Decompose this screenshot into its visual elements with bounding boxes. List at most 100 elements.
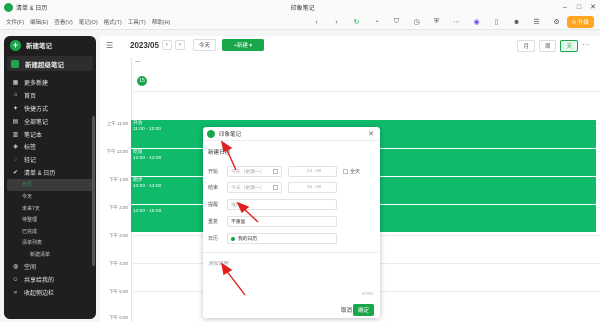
sidebar-item-home[interactable]: ⌂ 首页 [4, 89, 96, 102]
today-day-number[interactable]: 15 [137, 76, 147, 86]
security-icon[interactable]: ⛨ [427, 18, 447, 26]
today-button[interactable]: 今天 [192, 39, 216, 51]
new-super-note-button[interactable]: 新建超级笔记 [7, 56, 93, 71]
cancel-button[interactable]: 取消 [341, 306, 352, 314]
collapse-icon: « [13, 289, 18, 296]
sidebar-item-label: 收起侧边栏 [24, 291, 55, 297]
hour-label: 下午 6:00 [108, 315, 128, 320]
sidebar-item-light-notes[interactable]: ◌ 轻记 [4, 153, 96, 166]
sidebar-item-label: 快捷方式 [24, 106, 49, 113]
new-event-button[interactable]: +新建 ▾ [221, 39, 264, 51]
end-date-field[interactable]: 今天（星期一） [227, 182, 282, 193]
bell-icon[interactable]: ◔ [367, 19, 387, 26]
sidebar-item-shared[interactable]: ☺ 共享给我的 [4, 273, 96, 286]
clock-icon[interactable]: ◷ [407, 18, 427, 26]
phone-icon[interactable]: ▯ [487, 18, 507, 26]
next-icon[interactable]: › [174, 40, 185, 50]
start-time-value: 14 : 00 [306, 169, 322, 174]
menu-format[interactable]: 格式(T) [104, 18, 122, 26]
settings-icon[interactable]: ⚙ [547, 18, 567, 26]
menu-file[interactable]: 文件(F) [6, 18, 24, 26]
start-time-field[interactable]: 14 : 00 [288, 166, 337, 177]
sidebar-sub-calendar[interactable]: 日历 [7, 179, 93, 191]
remind-field[interactable]: 准时 [227, 199, 337, 210]
repeat-field[interactable]: 不重复 [227, 216, 337, 227]
description-input[interactable]: 添加说明 [208, 260, 228, 267]
super-note-icon [11, 59, 19, 68]
allday-checkbox[interactable] [343, 169, 348, 174]
new-event-label: +新建 [233, 43, 248, 49]
more-icon[interactable]: ⋯ [582, 40, 590, 52]
new-note-button[interactable]: + 新建笔记 [4, 36, 96, 54]
new-note-label: 新建笔记 [26, 43, 52, 50]
sync-icon[interactable]: ↻ [347, 18, 367, 26]
menu-icon[interactable]: ☰ [527, 18, 547, 26]
new-super-note-label: 新建超级笔记 [25, 61, 64, 69]
sidebar-scrollbar[interactable] [92, 116, 95, 266]
end-label: 结束 [208, 185, 219, 191]
close-icon[interactable]: ✕ [586, 3, 600, 11]
sidebar-item-spaces[interactable]: ◍ 空间 [4, 260, 96, 273]
sidebar-item-all-notes[interactable]: ▤ 全部笔记 [4, 115, 96, 128]
outline-icon: ◌ [13, 156, 18, 163]
upgrade-button[interactable]: ♔ 升级 [566, 16, 594, 28]
chevron-down-icon: ▾ [249, 43, 253, 49]
view-month[interactable]: 月 [517, 40, 535, 52]
calendar-field[interactable]: 我的日历 [227, 233, 337, 244]
sidebar-item-shortcuts[interactable]: ✦ 快捷方式 [4, 102, 96, 115]
sidebar-item-tags[interactable]: ◈ 标签 [4, 140, 96, 153]
sidebar-item-more-new[interactable]: ▦ 更多新建 [4, 76, 96, 89]
current-month: 2023/05 [130, 40, 159, 50]
shield-icon[interactable]: ⛉ [387, 18, 407, 26]
hour-label: 下午 5:00 [108, 289, 128, 294]
sidebar-sub-next7[interactable]: 未来7天 [4, 202, 96, 214]
new-event-dialog: 印象笔记 ✕ 新建日程 开始 今天（星期一） 14 : 00 全天 结束 今天（… [203, 127, 380, 318]
sidebar-item-tasks-calendar[interactable]: ✔ 清单 & 日历 [4, 166, 96, 179]
window-title: 印象笔记 [290, 5, 315, 12]
space-icon: ◍ [12, 264, 19, 271]
minimize-icon[interactable]: – [558, 4, 572, 11]
title-bar: 清单 & 日历 印象笔记 – □ ✕ [0, 0, 600, 14]
view-week[interactable]: 周 [538, 40, 557, 52]
sidebar-sub-lists[interactable]: 清单列表 [4, 237, 96, 249]
toggle-sidebar-icon[interactable]: ☰ [106, 41, 120, 50]
sidebar-sub-inbox[interactable]: 待整理 [4, 214, 96, 226]
menu-tools[interactable]: 工具(T) [128, 18, 146, 26]
prev-icon[interactable]: ‹ [161, 40, 172, 50]
menu-help[interactable]: 帮助(H) [152, 18, 171, 26]
menu-note[interactable]: 笔记(O) [79, 18, 98, 26]
ai-icon[interactable]: ◉ [467, 18, 487, 26]
sidebar-item-label: 空间 [24, 265, 37, 272]
sidebar-item-collapse[interactable]: « 收起侧边栏 [4, 286, 96, 299]
more-icon[interactable]: ⋯ [447, 18, 467, 26]
note-icon: ▤ [12, 118, 19, 125]
calendar-icon [273, 185, 278, 190]
window-app-name: 清单 & 日历 [16, 5, 48, 12]
avatar-icon[interactable]: ☻ [507, 19, 527, 26]
hour-label: 下午 12:00 [106, 149, 128, 154]
end-time-field[interactable]: 15 : 00 [288, 182, 337, 193]
sidebar-item-label: 清单 & 日历 [24, 171, 56, 178]
sidebar-item-label: 更多新建 [24, 80, 49, 87]
end-row: 结束 今天（星期一） 15 : 00 [208, 182, 337, 193]
forward-icon[interactable]: › [327, 19, 347, 26]
start-date-field[interactable]: 今天（星期一） [227, 166, 282, 177]
confirm-button[interactable]: 确定 [352, 304, 374, 316]
sidebar-item-notebooks[interactable]: ▥ 笔记本 [4, 128, 96, 141]
sidebar-sub-new-list[interactable]: 新建清单 [4, 249, 96, 261]
menu-view[interactable]: 查看(V) [54, 18, 72, 26]
back-icon[interactable]: ‹ [307, 19, 327, 26]
event-title-input[interactable]: 新建日程 [208, 148, 230, 156]
plus-icon: + [10, 39, 21, 51]
weekday-label: 一 [135, 60, 141, 66]
share-icon: ☺ [12, 276, 19, 283]
close-icon[interactable]: ✕ [368, 130, 374, 138]
menu-edit[interactable]: 编辑(E) [30, 18, 48, 26]
upgrade-label: 升级 [577, 20, 589, 26]
sidebar-sub-today[interactable]: 今天 [4, 191, 96, 203]
sidebar-sub-done[interactable]: 已完成 [4, 226, 96, 238]
sidebar-item-label: 首页 [24, 93, 37, 100]
view-day[interactable]: 天 [560, 40, 578, 52]
repeat-row: 重复 不重复 [208, 216, 337, 227]
maximize-icon[interactable]: □ [572, 4, 586, 11]
